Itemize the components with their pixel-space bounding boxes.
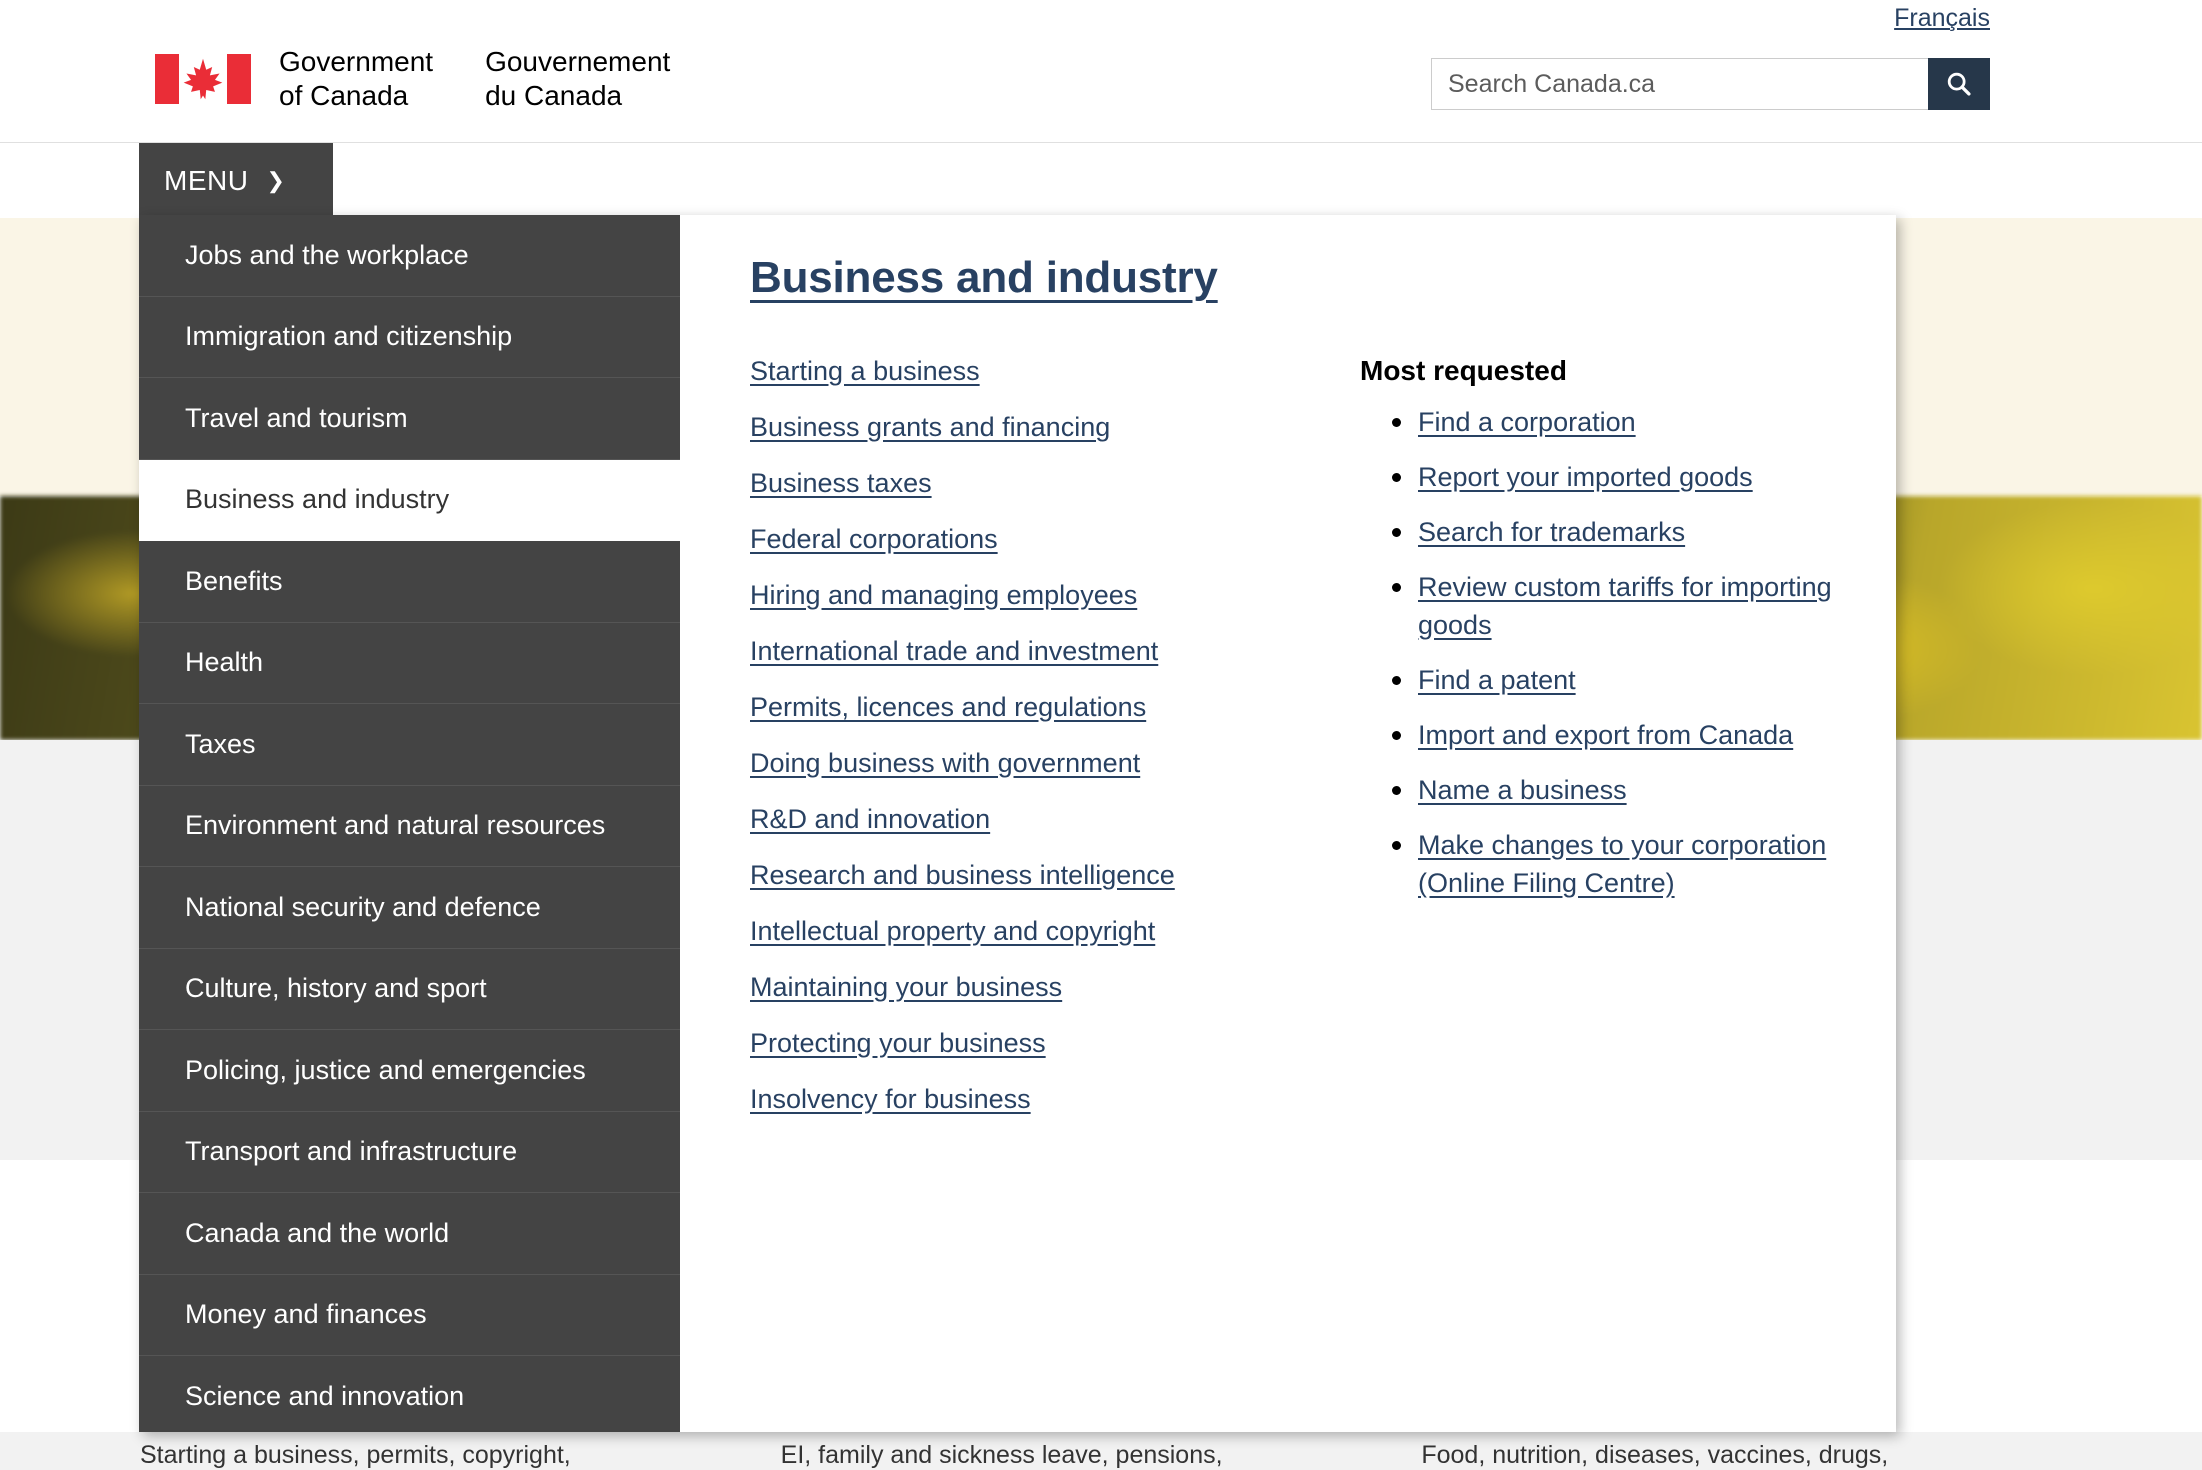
mega-menu-category-label: Science and innovation — [185, 1381, 464, 1412]
mega-menu-category-list: Jobs and the workplace Immigration and ci… — [139, 215, 680, 1432]
most-requested-link[interactable]: Report your imported goods — [1418, 462, 1753, 492]
search-icon — [1945, 70, 1973, 98]
search-input[interactable] — [1431, 58, 1928, 110]
site-header: Français Government of Canada Gouverneme… — [0, 0, 2202, 143]
menu-toggle-button[interactable]: MENU ❯ — [139, 143, 333, 218]
most-requested-item: Find a corporation — [1360, 403, 1836, 441]
mega-menu-category-item[interactable]: Benefits — [139, 541, 680, 623]
canada-flag-icon — [155, 54, 251, 104]
mega-menu-topic-link[interactable]: Business taxes — [750, 467, 1360, 500]
mega-menu-category-label: Jobs and the workplace — [185, 240, 469, 271]
mega-menu-panel-title[interactable]: Business and industry — [750, 253, 1218, 303]
mega-menu-topic-link[interactable]: Maintaining your business — [750, 971, 1360, 1004]
most-requested-list: Find a corporation Report your imported g… — [1360, 403, 1836, 902]
most-requested-item: Report your imported goods — [1360, 458, 1836, 496]
most-requested-item: Name a business — [1360, 771, 1836, 809]
mega-menu-topic-link[interactable]: R&D and innovation — [750, 803, 1360, 836]
mega-menu-category-item[interactable]: Environment and natural resources — [139, 786, 680, 868]
mega-menu-category-label: Benefits — [185, 566, 283, 597]
mega-menu-topic-link[interactable]: Federal corporations — [750, 523, 1360, 556]
background-teaser-row: Starting a business, permits, copyright,… — [0, 1440, 2202, 1470]
most-requested-item: Import and export from Canada — [1360, 716, 1836, 754]
mega-menu-topic-link[interactable]: International trade and investment — [750, 635, 1360, 668]
mega-menu-category-label: National security and defence — [185, 892, 541, 923]
mega-menu-category-item[interactable]: Health — [139, 623, 680, 705]
background-teaser: EI, family and sickness leave, pensions, — [781, 1440, 1422, 1470]
most-requested-item: Find a patent — [1360, 661, 1836, 699]
most-requested-link[interactable]: Find a patent — [1418, 665, 1576, 695]
mega-menu-category-label: Health — [185, 647, 263, 678]
mega-menu-category-item[interactable]: Business and industry — [139, 460, 680, 542]
mega-menu-most-requested: Most requested Find a corporation Report … — [1360, 355, 1836, 1139]
mega-menu-category-item[interactable]: Canada and the world — [139, 1193, 680, 1275]
mega-menu-category-label: Immigration and citizenship — [185, 321, 512, 352]
mega-menu-category-item[interactable]: Money and finances — [139, 1275, 680, 1357]
most-requested-link[interactable]: Name a business — [1418, 775, 1627, 805]
mega-menu-category-label: Canada and the world — [185, 1218, 449, 1249]
mega-menu-category-label: Environment and natural resources — [185, 810, 605, 841]
mega-menu-topic-link[interactable]: Permits, licences and regulations — [750, 691, 1360, 724]
most-requested-link[interactable]: Review custom tariffs for importing good… — [1418, 572, 1832, 640]
most-requested-heading: Most requested — [1360, 355, 1836, 387]
mega-menu-category-item[interactable]: Policing, justice and emergencies — [139, 1030, 680, 1112]
mega-menu-category-item[interactable]: Transport and infrastructure — [139, 1112, 680, 1194]
most-requested-link[interactable]: Import and export from Canada — [1418, 720, 1793, 750]
mega-menu-topic-links: Starting a business Business grants and f… — [750, 355, 1360, 1139]
mega-menu-category-item[interactable]: National security and defence — [139, 867, 680, 949]
mega-menu-topic-link[interactable]: Business grants and financing — [750, 411, 1360, 444]
mega-menu-topic-link[interactable]: Doing business with government — [750, 747, 1360, 780]
mega-menu-category-label: Policing, justice and emergencies — [185, 1055, 586, 1086]
government-of-canada-brand[interactable]: Government of Canada Gouvernement du Can… — [155, 45, 670, 113]
mega-menu-category-item[interactable]: Taxes — [139, 704, 680, 786]
mega-menu-category-label: Money and finances — [185, 1299, 427, 1330]
brand-text-french: Gouvernement du Canada — [485, 45, 670, 113]
background-teaser: Food, nutrition, diseases, vaccines, dru… — [1421, 1440, 2062, 1470]
mega-menu-topic-link[interactable]: Protecting your business — [750, 1027, 1360, 1060]
mega-menu-category-label: Business and industry — [185, 484, 449, 515]
mega-menu-category-label: Travel and tourism — [185, 403, 408, 434]
mega-menu-topic-link[interactable]: Intellectual property and copyright — [750, 915, 1360, 948]
page-root: Starting a business, permits, copyright,… — [0, 0, 2202, 1470]
most-requested-item: Search for trademarks — [1360, 513, 1836, 551]
mega-menu-category-item[interactable]: Immigration and citizenship — [139, 297, 680, 379]
site-search — [1431, 58, 1990, 110]
chevron-down-icon: ❯ — [266, 170, 284, 192]
menu-toggle-label: MENU — [164, 165, 248, 197]
mega-menu-columns: Starting a business Business grants and f… — [750, 355, 1836, 1139]
most-requested-item: Review custom tariffs for importing good… — [1360, 568, 1836, 644]
main-menu-bar: MENU ❯ — [0, 143, 2202, 218]
mega-menu-category-label: Transport and infrastructure — [185, 1136, 517, 1167]
mega-menu-topic-link[interactable]: Research and business intelligence — [750, 859, 1360, 892]
mega-menu-category-item[interactable]: Jobs and the workplace — [139, 215, 680, 297]
mega-menu-panel: Business and industry Starting a busines… — [680, 215, 1896, 1432]
search-button[interactable] — [1928, 58, 1990, 110]
mega-menu-topic-link[interactable]: Insolvency for business — [750, 1083, 1360, 1116]
mega-menu-category-item[interactable]: Travel and tourism — [139, 378, 680, 460]
most-requested-link[interactable]: Find a corporation — [1418, 407, 1636, 437]
mega-menu-category-item[interactable]: Science and innovation — [139, 1356, 680, 1438]
background-teaser: Starting a business, permits, copyright, — [140, 1440, 781, 1470]
most-requested-item: Make changes to your corporation (Online… — [1360, 826, 1836, 902]
most-requested-link[interactable]: Make changes to your corporation (Online… — [1418, 830, 1826, 898]
mega-menu-category-item[interactable]: Culture, history and sport — [139, 949, 680, 1031]
mega-menu-topic-link[interactable]: Starting a business — [750, 355, 1360, 388]
brand-text-english: Government of Canada — [279, 45, 433, 113]
mega-menu-topic-link[interactable]: Hiring and managing employees — [750, 579, 1360, 612]
mega-menu-category-label: Taxes — [185, 729, 256, 760]
mega-menu-overlay: Jobs and the workplace Immigration and ci… — [139, 215, 1896, 1432]
language-toggle-link[interactable]: Français — [1894, 4, 1990, 33]
most-requested-link[interactable]: Search for trademarks — [1418, 517, 1685, 547]
mega-menu-category-label: Culture, history and sport — [185, 973, 487, 1004]
